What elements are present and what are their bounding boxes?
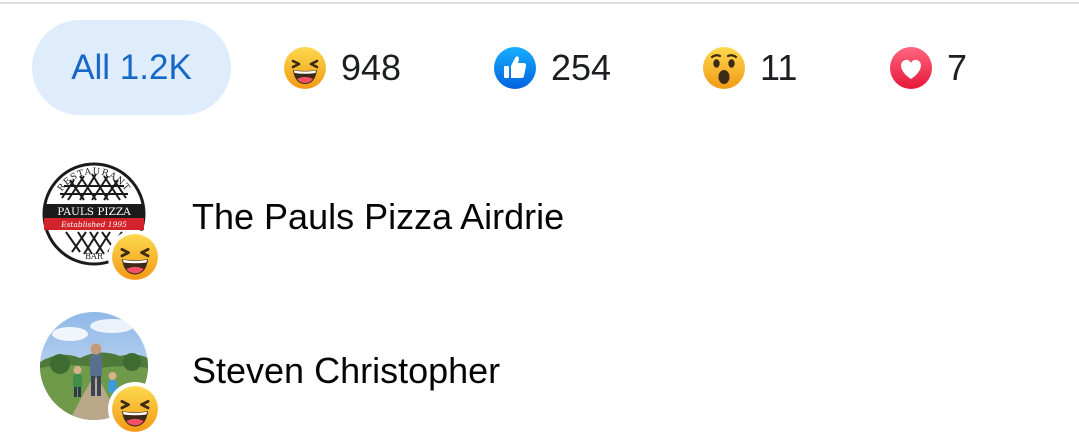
logo-tagline-text: Established 1995 [60, 220, 127, 229]
haha-reaction-badge-icon [108, 382, 162, 436]
tab-love-count: 7 [947, 46, 968, 88]
tab-like[interactable]: 254 [493, 20, 611, 115]
tab-like-count: 254 [551, 46, 612, 88]
tab-haha[interactable]: 948 [283, 20, 401, 115]
list-item[interactable]: Steven Christopher [0, 308, 1079, 436]
tab-wow-count: 11 [760, 46, 798, 88]
logo-bottom-text: BAR [85, 252, 104, 261]
list-item[interactable]: RESTAURANT PAULS PIZZA Established 1995 … [0, 156, 1079, 284]
logo-middle-text: PAULS PIZZA [57, 206, 131, 218]
love-reaction-icon [889, 46, 933, 90]
tab-love[interactable]: 7 [889, 20, 967, 115]
tab-all-label: All 1.2K [71, 47, 192, 87]
person-name[interactable]: The Pauls Pizza Airdrie [192, 196, 564, 238]
haha-reaction-icon [283, 46, 327, 90]
person-name[interactable]: Steven Christopher [192, 350, 500, 392]
haha-reaction-badge-icon [108, 230, 162, 284]
like-reaction-icon [493, 46, 537, 90]
tab-all[interactable]: All 1.2K [32, 20, 231, 115]
wow-reaction-icon [702, 46, 746, 90]
reaction-tabs: All 1.2K 948 254 11 7 [0, 0, 1079, 140]
tab-wow[interactable]: 11 [702, 20, 797, 115]
tab-haha-count: 948 [341, 46, 402, 88]
